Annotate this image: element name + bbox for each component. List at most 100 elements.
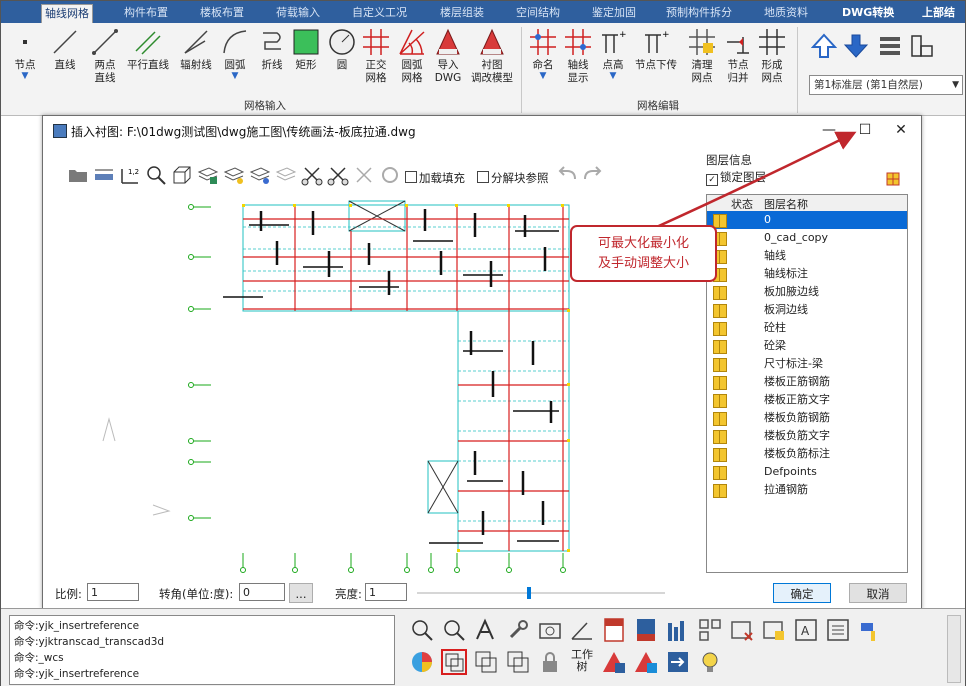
ok-button[interactable]: 确定 <box>773 583 831 603</box>
import-dwg-button[interactable]: 导入 DWG <box>431 27 465 85</box>
layer-state-icon[interactable] <box>713 214 727 228</box>
form-nodes-button[interactable]: 形成 网点 <box>755 27 789 85</box>
tab-upper-structure[interactable]: 上部结构 <box>919 4 965 37</box>
reference-manage-icon[interactable] <box>473 649 499 675</box>
redo-icon[interactable] <box>581 164 603 186</box>
axis-number-icon[interactable]: 1,2 <box>119 164 141 186</box>
clean-nodes-button[interactable]: 清理 网点 <box>685 27 719 85</box>
minimize-button[interactable]: — <box>815 120 843 140</box>
layer-row[interactable]: 砼柱 <box>707 319 907 337</box>
insert-reference-icon[interactable] <box>441 649 467 675</box>
brightness-slider[interactable] <box>417 587 665 599</box>
command-scrollbar[interactable] <box>947 615 961 683</box>
node-elevation-button[interactable]: + 点高 ▼ <box>597 27 629 81</box>
close-button[interactable]: ✕ <box>887 120 915 140</box>
layer-state-icon[interactable] <box>713 340 727 354</box>
layer-state-icon[interactable] <box>713 286 727 300</box>
components-icon[interactable] <box>697 617 723 643</box>
layer-row[interactable]: 楼板负筋标注 <box>707 445 907 463</box>
layer-tool-icon[interactable] <box>197 164 219 186</box>
floor-down-icon[interactable] <box>843 33 869 59</box>
radial-line-button[interactable]: 辐射线 <box>175 27 217 72</box>
view-3d-icon[interactable] <box>171 164 193 186</box>
undo-icon[interactable] <box>557 164 579 186</box>
two-point-line-button[interactable]: 两点 直线 <box>85 27 125 85</box>
ortho-grid-button[interactable]: 正交 网格 <box>359 27 393 85</box>
layer-row[interactable]: 楼板正筋钢筋 <box>707 373 907 391</box>
maximize-button[interactable]: ☐ <box>851 120 879 140</box>
layer-row[interactable]: 尺寸标注-梁 <box>707 355 907 373</box>
layer-state-icon[interactable] <box>713 358 727 372</box>
layer-row[interactable]: 0_cad_copy <box>707 229 907 247</box>
layer-row[interactable]: Defpoints <box>707 463 907 481</box>
node-pass-down-button[interactable]: + 节点下传 <box>631 27 681 72</box>
tab-dwg-convert[interactable]: DWG转换 <box>839 4 897 22</box>
layer-row[interactable]: 楼板负筋钢筋 <box>707 409 907 427</box>
wrench-icon[interactable] <box>505 617 531 643</box>
circle-button[interactable]: 圆 <box>325 27 359 72</box>
text-box-icon[interactable]: A <box>793 617 819 643</box>
layer-row[interactable]: 0 <box>707 211 907 229</box>
floor-layout-icon[interactable] <box>909 33 935 59</box>
lock-icon[interactable] <box>537 649 563 675</box>
tab-slab-layout[interactable]: 楼板布置 <box>197 4 247 22</box>
add-window-icon[interactable] <box>761 617 787 643</box>
tab-floor-assembly[interactable]: 楼层组装 <box>437 4 487 22</box>
angle-pick-button[interactable]: ... <box>289 583 313 603</box>
arc-grid-button[interactable]: 圆弧 网格 <box>395 27 429 85</box>
dialog-titlebar[interactable]: 插入衬图: F:\01dwg测试图\dwg施工图\传统画法-板底拉通.dwg —… <box>43 116 921 144</box>
text-style-icon[interactable] <box>473 617 499 643</box>
paint-icon[interactable] <box>857 617 883 643</box>
layer-row[interactable]: 楼板正筋文字 <box>707 391 907 409</box>
delete-window-icon[interactable] <box>729 617 755 643</box>
tab-member-layout[interactable]: 构件布置 <box>121 4 171 22</box>
tab-prefab-split[interactable]: 预制构件拆分 <box>663 4 735 22</box>
layer-state-icon[interactable] <box>713 412 727 426</box>
layer-row[interactable]: 砼梁 <box>707 337 907 355</box>
layer-tool-icon[interactable] <box>275 164 297 186</box>
lightbulb-icon[interactable] <box>697 649 723 675</box>
load-fill-checkbox[interactable]: 加载填充 <box>405 170 465 186</box>
merge-nodes-button[interactable]: 节点 归并 <box>721 27 755 85</box>
refresh-icon[interactable] <box>379 164 401 186</box>
pdf-icon[interactable] <box>601 617 627 643</box>
reference-model-button[interactable]: 衬图 调改模型 <box>467 27 517 85</box>
report-icon[interactable] <box>665 617 691 643</box>
axis-display-button[interactable]: 轴线 显示 <box>561 27 595 85</box>
dwg-icon[interactable] <box>633 617 659 643</box>
scissors-icon[interactable] <box>327 164 349 186</box>
cancel-button[interactable]: 取消 <box>849 583 907 603</box>
decompose-block-checkbox[interactable]: 分解块参照 <box>477 170 549 186</box>
layer-list[interactable]: 状态 图层名称 0 0_cad_copy 轴线 轴线标注 板加腋边线 板洞边线 … <box>706 194 908 573</box>
layer-state-icon[interactable] <box>713 484 727 498</box>
layer-state-icon[interactable] <box>713 394 727 408</box>
layer-state-icon[interactable] <box>713 430 727 444</box>
angle-icon[interactable] <box>569 617 595 643</box>
node-button[interactable]: 节点 ▼ <box>9 27 41 81</box>
zoom-out-icon[interactable] <box>441 617 467 643</box>
layer-row[interactable]: 板加腋边线 <box>707 283 907 301</box>
rectangle-button[interactable]: 矩形 <box>289 27 323 72</box>
worktree-icon[interactable]: 工作树 <box>569 649 595 675</box>
measure-icon[interactable] <box>93 164 115 186</box>
scissors-icon[interactable] <box>301 164 323 186</box>
layer-state-icon[interactable] <box>713 448 727 462</box>
layer-state-icon[interactable] <box>713 466 727 480</box>
layer-row[interactable]: 拉通钢筋 <box>707 481 907 499</box>
tab-custom-case[interactable]: 自定义工况 <box>349 4 410 22</box>
tab-reinforcement[interactable]: 鉴定加固 <box>589 4 639 22</box>
angle-input[interactable]: 0 <box>239 583 285 601</box>
arc-button[interactable]: 圆弧 ▼ <box>219 27 251 81</box>
layer-tool-icon[interactable] <box>223 164 245 186</box>
tab-load-input[interactable]: 荷载输入 <box>273 4 323 22</box>
zoom-in-icon[interactable] <box>409 617 435 643</box>
layer-tool-icon[interactable] <box>249 164 271 186</box>
transfer-icon[interactable] <box>665 649 691 675</box>
parallel-line-button[interactable]: 平行直线 <box>123 27 173 72</box>
lock-layer-checkbox[interactable]: ✓ 锁定图层 <box>706 169 766 186</box>
slider-thumb[interactable] <box>527 587 531 599</box>
layer-row[interactable]: 轴线 <box>707 247 907 265</box>
tab-space-structure[interactable]: 空间结构 <box>513 4 563 22</box>
layer-state-icon[interactable] <box>713 376 727 390</box>
open-folder-icon[interactable] <box>67 164 89 186</box>
